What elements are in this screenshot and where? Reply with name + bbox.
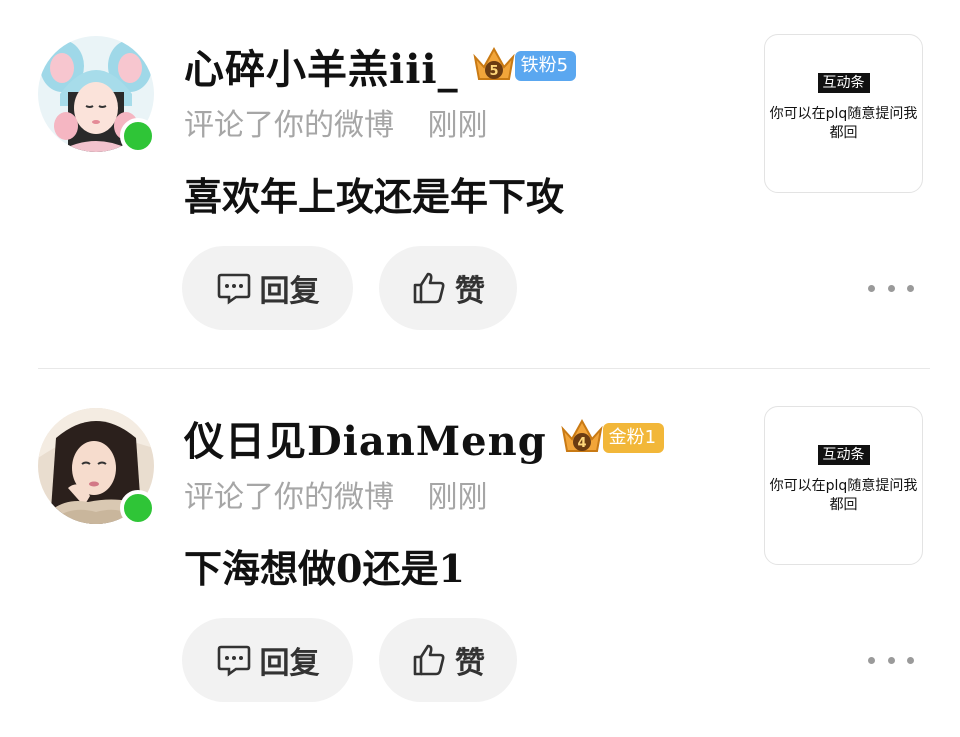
more-dot (887, 656, 895, 664)
meta-line: 评论了你的微博 刚刚 (184, 472, 488, 516)
fan-level-label: 铁粉5 (514, 51, 577, 81)
thumbnail-tag: 互动条 (817, 73, 870, 93)
fan-badge[interactable]: 4 金粉1 (559, 418, 665, 453)
more-options-button[interactable] (868, 648, 914, 672)
notification-item[interactable]: 仪日见DianMeng 4 金粉1 评论了你的微博 刚刚 下海想做0还是1 回复… (0, 372, 960, 737)
action-text: 评论了你的微博 (184, 480, 394, 515)
username[interactable]: 心碎小羊羔iii_ (184, 37, 459, 95)
comment-text[interactable]: 下海想做0还是1 (184, 538, 465, 593)
thumbnail-tag: 互动条 (817, 445, 870, 465)
thumbs-up-icon (413, 272, 445, 304)
post-thumbnail[interactable]: 互动条 你可以在plq随意提问我都回 (764, 406, 923, 565)
like-label: 赞 (455, 274, 485, 309)
comment-bubble-icon (217, 273, 250, 305)
timestamp: 刚刚 (427, 480, 488, 515)
name-row: 仪日见DianMeng 4 金粉1 (184, 409, 665, 467)
comment-bubble-icon (217, 645, 250, 677)
notification-feed: 心碎小羊羔iii_ 5 铁粉5 评论了你的微博 刚刚 喜欢年上攻还是年下攻 回复… (0, 0, 960, 737)
timestamp: 刚刚 (427, 108, 488, 143)
more-dot (887, 284, 895, 292)
fan-badge[interactable]: 5 铁粉5 (471, 46, 577, 81)
more-dot (907, 284, 914, 292)
action-bar: 回复 赞 (182, 246, 517, 330)
reply-label: 回复 (259, 274, 320, 309)
avatar-container[interactable] (38, 36, 156, 154)
reply-label: 回复 (259, 646, 320, 681)
reply-button[interactable]: 回复 (182, 618, 353, 702)
thumbnail-text: 你可以在plq随意提问我都回 (769, 478, 918, 513)
avatar-container[interactable] (38, 408, 156, 526)
online-status-dot (120, 118, 156, 154)
divider (38, 368, 930, 369)
online-status-dot (120, 490, 156, 526)
more-dot (907, 656, 914, 664)
more-dots-icon (868, 284, 875, 292)
post-thumbnail[interactable]: 互动条 你可以在plq随意提问我都回 (764, 34, 923, 193)
like-label: 赞 (455, 646, 485, 681)
comment-text[interactable]: 喜欢年上攻还是年下攻 (184, 166, 564, 221)
meta-line: 评论了你的微博 刚刚 (184, 100, 488, 144)
action-text: 评论了你的微博 (184, 108, 394, 143)
reply-button[interactable]: 回复 (182, 246, 353, 330)
like-button[interactable]: 赞 (379, 246, 517, 330)
username[interactable]: 仪日见DianMeng (184, 409, 547, 467)
like-button[interactable]: 赞 (379, 618, 517, 702)
thumbnail-text: 你可以在plq随意提问我都回 (769, 106, 918, 141)
crown-icon: 4 (561, 418, 603, 452)
notification-item[interactable]: 心碎小羊羔iii_ 5 铁粉5 评论了你的微博 刚刚 喜欢年上攻还是年下攻 回复… (0, 0, 960, 372)
fan-level-label: 金粉1 (602, 423, 665, 453)
more-options-button[interactable] (868, 276, 914, 300)
action-bar: 回复 赞 (182, 618, 517, 702)
svg-text:4: 4 (577, 436, 586, 451)
crown-icon: 5 (472, 46, 515, 80)
more-dots-icon (868, 656, 875, 664)
thumbs-up-icon (413, 644, 445, 676)
svg-text:5: 5 (489, 64, 498, 79)
name-row: 心碎小羊羔iii_ 5 铁粉5 (184, 37, 577, 95)
